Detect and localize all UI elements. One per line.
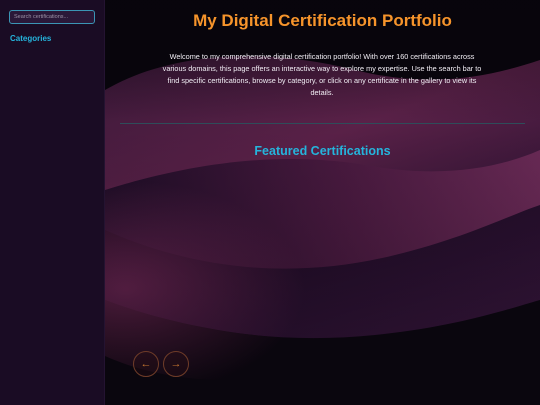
section-divider bbox=[120, 123, 525, 124]
carousel-next-button[interactable]: → bbox=[163, 351, 189, 377]
main-content: My Digital Certification Portfolio Welco… bbox=[105, 0, 540, 405]
arrow-right-icon: → bbox=[170, 358, 182, 370]
sidebar: Categories bbox=[0, 0, 105, 405]
page-title: My Digital Certification Portfolio bbox=[193, 11, 452, 30]
app-window: Categories bbox=[0, 0, 540, 405]
intro-paragraph: Welcome to my comprehensive digital cert… bbox=[162, 52, 482, 97]
featured-certifications-heading: Featured Certifications bbox=[254, 144, 391, 158]
search-input[interactable] bbox=[9, 10, 95, 24]
arrow-left-icon: ← bbox=[140, 358, 152, 370]
carousel-prev-button[interactable]: ← bbox=[133, 351, 159, 377]
categories-heading: Categories bbox=[10, 34, 52, 43]
